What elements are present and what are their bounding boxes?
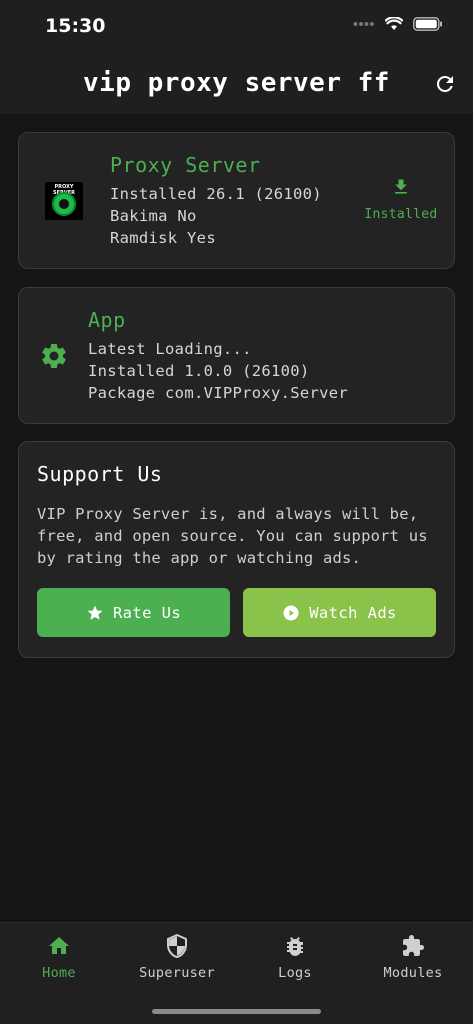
proxy-server-logo: PROXY SERVER	[45, 182, 83, 220]
nav-label-superuser: Superuser	[139, 965, 215, 981]
home-icon	[49, 937, 69, 954]
watch-ads-button[interactable]: Watch Ads	[243, 588, 436, 637]
status-bar: 15:30	[0, 0, 473, 54]
install-status-label: Installed	[364, 207, 438, 222]
play-circle-icon	[283, 605, 299, 620]
shield-icon	[167, 934, 187, 958]
app-installed-version: Installed 1.0.0 (26100)	[88, 362, 310, 380]
nav-item-home[interactable]: Home	[0, 933, 118, 981]
refresh-button[interactable]	[433, 72, 457, 96]
support-title: Support Us	[37, 462, 163, 486]
proxy-ramdisk-status: Ramdisk Yes	[110, 229, 216, 247]
proxy-installed-version: Installed 26.1 (26100)	[110, 185, 322, 203]
bug-icon	[287, 937, 303, 956]
rate-us-label: Rate Us	[112, 603, 182, 622]
download-icon	[395, 179, 407, 194]
watch-ads-label: Watch Ads	[309, 603, 397, 622]
install-button[interactable]: Installed	[361, 177, 441, 222]
proxy-bakima-status: Bakima No	[110, 207, 197, 225]
nav-label-logs: Logs	[278, 965, 312, 981]
app-title: vip proxy server ff	[83, 68, 390, 98]
wifi-icon	[385, 17, 403, 30]
rate-us-button[interactable]: Rate Us	[37, 588, 230, 637]
star-icon	[87, 605, 103, 620]
nav-label-modules: Modules	[383, 965, 443, 981]
support-line-1: VIP Proxy Server is, and always will be,	[37, 505, 419, 523]
refresh-icon	[436, 75, 453, 92]
support-description: VIP Proxy Server is, and always will be,…	[37, 503, 442, 569]
status-time: 15:30	[45, 15, 106, 37]
signal-dots-icon	[353, 22, 374, 26]
app-package-name: Package com.VIPProxy.Server	[88, 384, 349, 402]
app-bar: vip proxy server ff	[0, 54, 473, 114]
app-card: App Latest Loading... Installed 1.0.0 (2…	[18, 287, 455, 424]
proxy-server-title: Proxy Server	[110, 153, 261, 177]
app-latest-version: Latest Loading...	[88, 340, 252, 358]
support-card: Support Us VIP Proxy Server is, and alwa…	[18, 441, 455, 658]
proxy-server-card: PROXY SERVER Proxy Server Installed 26.1…	[18, 132, 455, 269]
gear-icon	[42, 343, 66, 368]
support-line-3: by rating the app or watching ads.	[37, 549, 362, 567]
nav-label-home: Home	[42, 965, 76, 981]
app-title-label: App	[88, 308, 126, 332]
puzzle-icon	[403, 935, 424, 956]
nav-item-modules[interactable]: Modules	[354, 933, 472, 981]
home-indicator	[152, 1009, 321, 1014]
support-line-2: free, and open source. You can support u…	[37, 527, 428, 545]
nav-item-logs[interactable]: Logs	[236, 933, 354, 981]
nav-item-superuser[interactable]: Superuser	[118, 933, 236, 981]
status-icons	[353, 17, 443, 31]
battery-icon	[413, 17, 442, 31]
